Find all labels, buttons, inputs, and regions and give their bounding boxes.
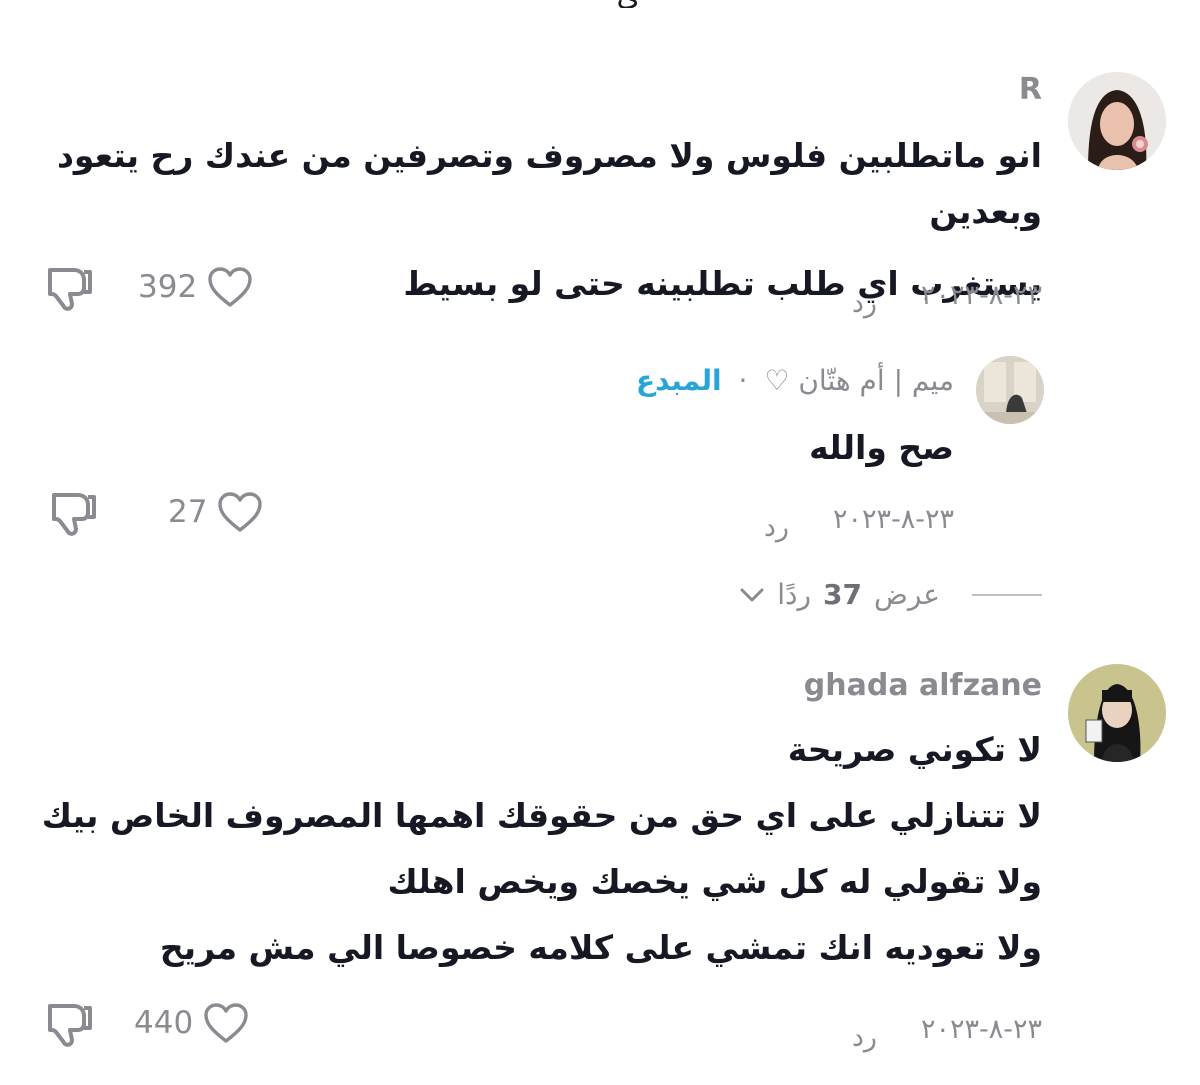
comment-body: لا تكوني صريحة لا تتنازلي على اي حق من ح… [42,722,1042,976]
like-button[interactable]: 440 [134,1002,249,1044]
separator: · [738,364,748,397]
comment-line: انو ماتطلبين فلوس ولا مصروف وتصرفين من ع… [56,136,1042,231]
comment-line: لا تكوني صريحة [787,730,1042,769]
like-count: 440 [134,1005,194,1041]
divider-line [972,593,1042,596]
like-count: 27 [168,494,208,530]
like-button[interactable]: 27 [168,491,263,533]
reply-button[interactable]: رد [852,1022,877,1053]
view-replies-prefix: عرض [873,578,940,611]
comment-line: لا تتنازلي على اي حق من حقوقك اهمها المص… [41,796,1042,835]
comment-date: ٢٣-٨-٢٠٢٣ [832,504,954,535]
comment-meta: ٢٣-٨-٢٠٢٣ رد [764,496,954,543]
replies-count: 37 [823,578,862,611]
dislike-icon[interactable] [44,1002,94,1048]
comment-line: صح والله [809,428,954,467]
profile-photo-icon [1068,72,1166,170]
username-text: ميم | أم هتّان ♡ [764,364,954,397]
dislike-icon[interactable] [44,266,94,312]
comment-date: ٢٣-٨-٢٠٢٣ [920,1014,1042,1045]
avatar[interactable] [976,356,1044,424]
profile-photo-icon [976,356,1044,424]
heart-icon [218,492,263,532]
creator-badge: المبدع [636,364,722,397]
comment-meta: ٢٣-٨-٢٠٢٣ رد [852,272,1042,319]
comment-date: ٢٣-٨-٢٠٢٣ [920,280,1042,311]
comment-body: صح والله [809,420,954,476]
heart-icon [204,1003,248,1043]
comment-line: ولا تعوديه انك تمشي على كلامه خصوصا الي … [159,928,1042,967]
cartoon-avatar-icon [1068,664,1166,762]
partial-comment-text: ي [500,0,640,8]
avatar[interactable] [1068,664,1166,762]
comment-username[interactable]: R [1019,72,1042,107]
view-replies-suffix: ردًا [777,578,812,611]
comment-meta: ٢٣-٨-٢٠٢٣ رد [852,1006,1042,1053]
like-count: 392 [138,269,198,305]
avatar[interactable] [1068,72,1166,170]
chevron-down-icon [740,588,764,601]
reply-button[interactable]: رد [852,288,877,319]
dislike-icon[interactable] [48,491,98,537]
comment-username[interactable]: ميم | أم هتّان ♡ · المبدع [636,364,954,397]
heart-icon [208,267,252,307]
comment-username[interactable]: ghada alfzane [804,668,1042,703]
like-button[interactable]: 392 [138,266,253,308]
view-replies-button[interactable]: عرض 37 ردًا [739,578,1042,611]
comment-line: ولا تقولي له كل شي يخصك ويخص اهلك [387,862,1042,901]
reply-button[interactable]: رد [764,512,789,543]
